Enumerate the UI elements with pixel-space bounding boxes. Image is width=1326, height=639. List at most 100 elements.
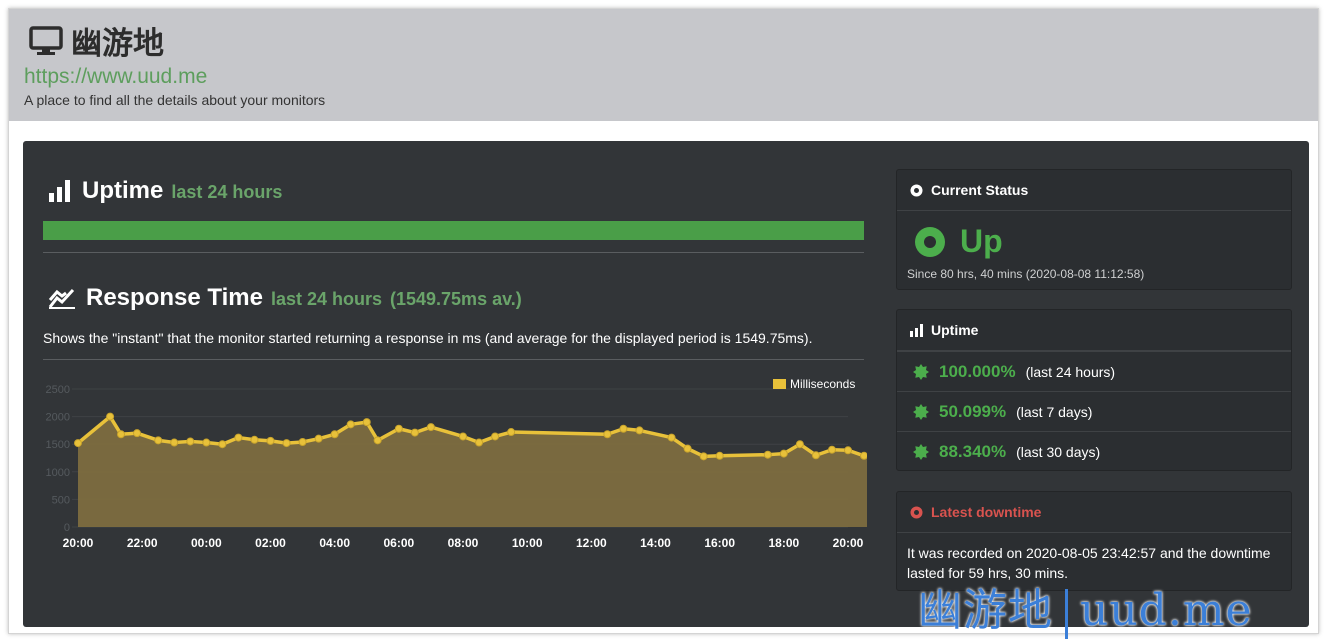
divider	[43, 359, 864, 360]
response-time-description: Shows the "instant" that the monitor sta…	[43, 330, 813, 346]
page-frame: 幽游地 https://www.uud.me A place to find a…	[8, 8, 1319, 634]
watermark-domain: uud.me	[1080, 585, 1253, 636]
status-since: Since 80 hrs, 40 mins (2020-08-08 11:12:…	[907, 267, 1145, 281]
site-title-text: 幽游地	[71, 26, 164, 62]
y-tick-label: 0	[64, 522, 70, 534]
y-tick-label: 1500	[46, 439, 70, 451]
response-time-period: last 24 hours	[270, 289, 382, 309]
site-tagline: A place to find all the details about yo…	[24, 92, 326, 108]
latest-downtime-header: Latest downtime	[897, 492, 1291, 533]
data-point	[795, 440, 804, 449]
data-point	[202, 438, 211, 447]
data-point	[860, 451, 867, 460]
data-point	[106, 412, 115, 421]
data-point	[507, 428, 516, 437]
y-tick-label: 2500	[46, 384, 70, 396]
data-point	[250, 435, 259, 444]
x-tick-label: 04:00	[319, 536, 350, 550]
uptime-period: (last 24 hours)	[1025, 363, 1116, 380]
data-point	[394, 424, 403, 433]
monitor-panel: Uptime last 24 hours Response Time last …	[23, 141, 1309, 627]
data-point	[133, 429, 142, 438]
line-chart-icon	[48, 288, 75, 309]
watermark: 幽游地 uud.me	[918, 574, 1253, 639]
uptime-period: (last 30 days)	[1016, 443, 1101, 460]
x-tick-label: 12:00	[576, 536, 607, 550]
response-time-average: (1549.75ms av.)	[390, 289, 522, 309]
current-status-header: Current Status	[897, 170, 1291, 211]
x-tick-label: 22:00	[127, 536, 158, 550]
site-url-link[interactable]: https://www.uud.me	[24, 65, 207, 89]
uptime-row: 100.000% (last 24 hours)	[897, 351, 1291, 391]
bar-chart-icon	[910, 323, 923, 337]
series-area	[78, 416, 867, 527]
uptime-period: last 24 hours	[171, 182, 283, 202]
data-point	[844, 446, 852, 455]
site-title: 幽游地	[29, 18, 164, 63]
data-point	[491, 432, 500, 441]
badge-check-icon	[913, 403, 929, 420]
data-point	[426, 423, 435, 432]
data-point	[410, 428, 419, 437]
current-status-box: Current Status Up Since 80 hrs, 40 mins …	[896, 169, 1292, 290]
uptime-pct: 50.099%	[939, 401, 1007, 421]
data-point	[763, 450, 772, 459]
status-value: Up	[960, 223, 1003, 259]
uptime-row: 50.099% (last 7 days)	[897, 391, 1291, 431]
uptime-bar	[43, 221, 864, 240]
uptime-heading: Uptime last 24 hours	[48, 177, 282, 205]
data-point	[667, 433, 676, 442]
data-point	[282, 439, 291, 448]
data-point	[635, 426, 644, 435]
data-point	[170, 438, 179, 447]
status-dot-icon	[910, 184, 923, 197]
data-point	[346, 420, 355, 429]
legend-label: Milliseconds	[790, 377, 855, 391]
x-tick-label: 10:00	[512, 536, 543, 550]
x-tick-label: 20:00	[833, 536, 864, 550]
response-time-title: Response Time	[86, 284, 263, 311]
data-point	[715, 451, 724, 460]
watermark-logo-text: 幽游地	[918, 585, 1053, 636]
x-tick-label: 02:00	[255, 536, 286, 550]
data-point	[314, 434, 323, 443]
badge-check-icon	[913, 443, 929, 460]
watermark-separator	[1065, 588, 1068, 639]
alert-dot-icon	[910, 506, 923, 519]
uptime-row: 88.340% (last 30 days)	[897, 431, 1291, 471]
uptime-box: Uptime 100.000% (last 24 hours) 50.099% …	[896, 309, 1292, 471]
data-point	[154, 436, 163, 445]
divider	[43, 252, 864, 253]
data-point	[779, 449, 788, 458]
x-tick-label: 06:00	[383, 536, 414, 550]
y-tick-label: 500	[52, 494, 70, 506]
latest-downtime-heading: Latest downtime	[931, 504, 1042, 520]
data-point	[459, 432, 467, 441]
x-tick-label: 08:00	[448, 536, 479, 550]
uptime-pct: 100.000%	[939, 361, 1016, 381]
x-tick-label: 18:00	[768, 536, 799, 550]
response-time-chart: 0 500 1000 1500 2000 2500 20:00 22:00 00:00 02:00…	[46, 377, 867, 550]
uptime-box-header: Uptime	[897, 310, 1291, 351]
uptime-box-heading: Uptime	[931, 322, 979, 338]
data-point	[683, 444, 692, 453]
data-point	[475, 438, 484, 447]
response-time-heading: Response Time last 24 hours (1549.75ms a…	[48, 284, 522, 312]
legend-swatch	[773, 379, 786, 389]
data-point	[811, 451, 820, 460]
status-row: Up	[897, 211, 1291, 260]
data-point	[266, 436, 275, 445]
data-point	[74, 439, 82, 448]
bar-chart-icon	[49, 180, 70, 202]
uptime-pct: 88.340%	[939, 441, 1007, 461]
uptime-period: (last 7 days)	[1016, 403, 1093, 420]
data-point	[218, 440, 227, 449]
uptime-title: Uptime	[82, 177, 164, 204]
status-up-icon	[915, 226, 945, 257]
badge-check-icon	[913, 363, 929, 380]
data-point	[619, 424, 628, 433]
data-point	[603, 430, 612, 439]
x-tick-label: 20:00	[63, 536, 94, 550]
data-point	[186, 437, 195, 446]
x-tick-label: 14:00	[640, 536, 671, 550]
